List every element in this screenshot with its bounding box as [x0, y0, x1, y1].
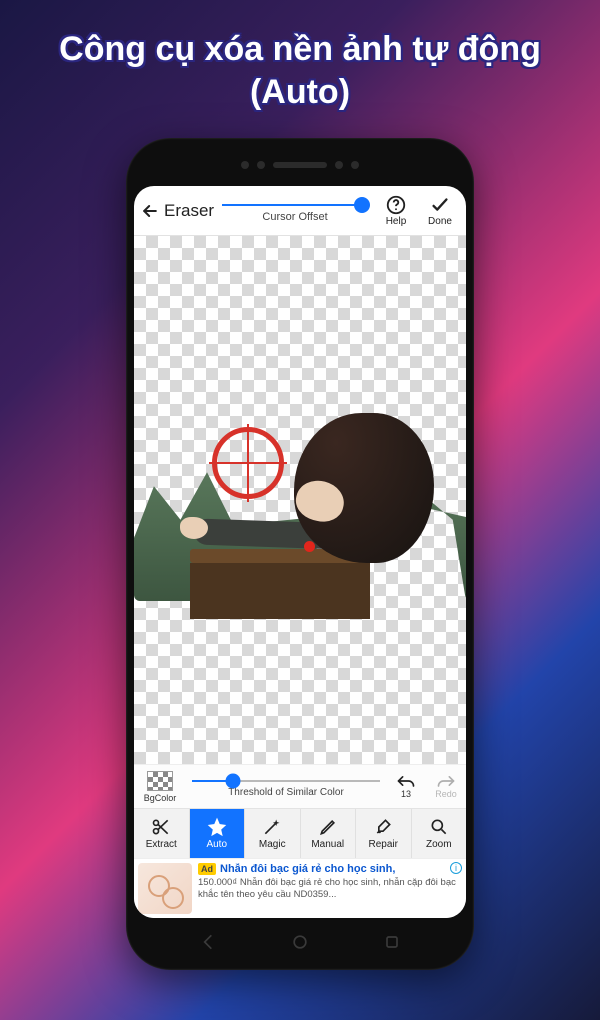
tool-zoom-label: Zoom: [426, 839, 452, 850]
photo-layer: [134, 401, 466, 611]
tool-bar: Extract Auto Magic Manual Repair Zoom: [134, 808, 466, 858]
ad-banner[interactable]: Ad Nhẫn đôi bạc giá rẻ cho học sinh, 150…: [134, 858, 466, 918]
cursor-offset-slider[interactable]: Cursor Offset: [218, 198, 372, 223]
tool-auto-label: Auto: [206, 839, 227, 850]
ad-description: 150.000₫ Nhẫn đôi bạc giá rẻ cho học sin…: [198, 877, 460, 901]
tool-zoom[interactable]: Zoom: [412, 809, 467, 858]
back-button[interactable]: Eraser: [140, 201, 214, 221]
undo-icon: [396, 774, 416, 788]
done-button[interactable]: Done: [420, 194, 460, 227]
bgcolor-label: BgColor: [144, 793, 177, 803]
tool-extract[interactable]: Extract: [134, 809, 190, 858]
ad-title: Nhẫn đôi bạc giá rẻ cho học sinh,: [220, 863, 395, 875]
cursor-dot: [304, 541, 315, 552]
threshold-thumb[interactable]: [226, 774, 241, 789]
pencil-icon: [318, 817, 338, 837]
zoom-icon: [429, 817, 449, 837]
cursor-offset-label: Cursor Offset: [262, 211, 327, 223]
tool-extract-label: Extract: [146, 839, 177, 850]
tool-magic[interactable]: Magic: [245, 809, 301, 858]
phone-sensors: [126, 158, 474, 172]
cursor-offset-thumb[interactable]: [354, 197, 370, 213]
tool-auto[interactable]: Auto: [190, 809, 246, 858]
nav-home-icon[interactable]: [290, 932, 310, 952]
bgcolor-button[interactable]: BgColor: [134, 771, 186, 803]
done-label: Done: [428, 216, 452, 227]
canvas[interactable]: [134, 236, 466, 764]
redo-button[interactable]: Redo: [426, 774, 466, 799]
undo-count: 13: [401, 789, 411, 799]
screen-title: Eraser: [164, 201, 214, 221]
threshold-slider[interactable]: 25 Threshold of Similar Color: [186, 775, 386, 798]
threshold-label: Threshold of Similar Color: [228, 787, 344, 798]
redo-icon: [436, 774, 456, 788]
redo-label: Redo: [435, 789, 457, 799]
star-icon: [207, 817, 227, 837]
tool-repair[interactable]: Repair: [356, 809, 412, 858]
tool-manual[interactable]: Manual: [301, 809, 357, 858]
tool-manual-label: Manual: [311, 839, 344, 850]
promo-title: Công cụ xóa nền ảnh tự động (Auto): [0, 28, 600, 113]
brush-icon: [373, 817, 393, 837]
help-icon: [385, 194, 407, 216]
undo-button[interactable]: 13: [386, 774, 426, 799]
bgcolor-swatch-icon: [147, 771, 173, 791]
crosshair-target-icon: [212, 427, 284, 499]
scissors-icon: [151, 817, 171, 837]
ad-image: [138, 863, 192, 914]
threshold-row: BgColor 25 Threshold of Similar Color 13…: [134, 764, 466, 808]
phone-frame: Eraser Cursor Offset Help Done: [126, 138, 474, 970]
ad-badge: Ad: [198, 863, 216, 875]
android-nav-bar: [126, 928, 474, 956]
help-label: Help: [386, 216, 407, 227]
ad-info-icon[interactable]: i: [450, 862, 462, 874]
nav-recent-icon[interactable]: [382, 932, 402, 952]
nav-back-icon[interactable]: [198, 932, 218, 952]
wand-icon: [262, 817, 282, 837]
help-button[interactable]: Help: [376, 194, 416, 227]
tool-magic-label: Magic: [259, 839, 286, 850]
check-icon: [429, 194, 451, 216]
top-bar: Eraser Cursor Offset Help Done: [134, 186, 466, 236]
app-screen: Eraser Cursor Offset Help Done: [134, 186, 466, 918]
tool-repair-label: Repair: [369, 839, 398, 850]
back-arrow-icon: [140, 201, 160, 221]
